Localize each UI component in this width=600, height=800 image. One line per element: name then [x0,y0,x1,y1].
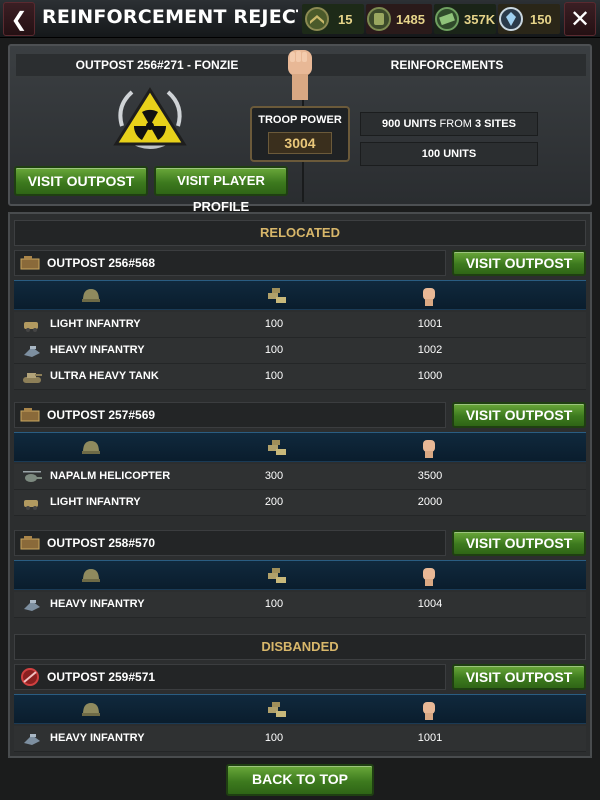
gem-counter: 150 [498,4,552,34]
unit-row: LIGHT INFANTRY 200 2000 [14,490,586,516]
unit-row: HEAVY INFANTRY 100 1004 [14,592,586,618]
top-bar: ❮ REINFORCEMENT REJECTED- 5 MIN AGO 15 1… [0,0,600,38]
close-button[interactable]: ✕ [564,2,596,36]
oil-icon [367,7,391,31]
troop-power-label: TROOP POWER [258,114,342,126]
outpost-row: OUTPOST 259#571 [14,664,446,690]
unit-row: LIGHT INFANTRY 100 1001 [14,312,586,338]
section-disbanded: DISBANDED [14,634,586,660]
visit-player-profile-button[interactable]: VISIT PLAYER PROFILE [154,166,288,214]
helmet-icon [82,569,100,582]
outpost-name: OUTPOST 259#571 [47,670,156,684]
fist-icon [423,702,435,720]
units-icon [268,440,286,455]
troop-power-value: 3004 [268,132,332,154]
outpost-row: OUTPOST 256#568 [14,250,446,276]
outpost-name: OUTPOST 256#568 [47,256,156,270]
visit-outpost-button[interactable]: VISIT OUTPOST [452,530,586,556]
helicopter-icon [23,471,42,482]
troop-power-box: TROOP POWER 3004 [250,106,350,162]
fist-icon [423,288,435,306]
fist-icon [288,50,312,100]
player-outpost-title: OUTPOST 256#271 - FONZIE [16,54,298,76]
outpost-row: OUTPOST 258#570 [14,530,446,556]
helmet-icon [82,289,100,302]
unit-column-header [14,280,586,310]
helmet-icon [82,441,100,454]
units-icon [268,702,286,717]
light-infantry-icon [24,500,38,510]
unit-row: HEAVY INFANTRY 100 1001 [14,726,586,752]
visit-outpost-button[interactable]: VISIT OUTPOST [14,166,148,196]
reinforcement-summary: 900 UNITS FROM 3 SITES [360,112,538,136]
gem-icon [499,7,523,31]
outpost-icon [20,256,40,270]
heavy-infantry-icon [24,600,40,611]
rank-icon [305,7,329,31]
oil-counter: 1485 [366,4,425,34]
forbidden-icon [21,668,39,686]
helmet-icon [82,703,100,716]
rank-counter: 15 [304,4,352,34]
outpost-row: OUTPOST 257#569 [14,402,446,428]
unit-row: ULTRA HEAVY TANK 100 1000 [14,364,586,390]
units-icon [268,568,286,583]
radiation-emblem-icon [113,87,187,149]
visit-outpost-button[interactable]: VISIT OUTPOST [452,402,586,428]
cash-icon [435,7,459,31]
unit-row: HEAVY INFANTRY 100 1002 [14,338,586,364]
outpost-header-panel: OUTPOST 256#271 - FONZIE REINFORCEMENTS … [8,44,592,214]
reinforcement-total: 100 UNITS [360,142,538,166]
cash-counter: 357K [434,4,495,34]
visit-outpost-button[interactable]: VISIT OUTPOST [452,250,586,276]
unit-column-header [14,560,586,590]
unit-column-header [14,694,586,724]
page-title: REINFORCEMENT REJECTED- 5 MIN AGO [42,6,298,28]
visit-outpost-button[interactable]: VISIT OUTPOST [452,664,586,690]
outpost-icon [20,408,40,422]
unit-row: NAPALM HELICOPTER 300 3500 [14,464,586,490]
outpost-icon [20,536,40,550]
outpost-name: OUTPOST 257#569 [47,408,156,422]
light-infantry-icon [24,322,38,332]
chevron-left-icon: ❮ [10,7,28,31]
unit-column-header [14,432,586,462]
fist-icon [423,440,435,458]
section-relocated: RELOCATED [14,220,586,246]
heavy-infantry-icon [24,734,40,745]
outpost-name: OUTPOST 258#570 [47,536,156,550]
heavy-infantry-icon [24,346,40,357]
units-icon [268,288,286,303]
back-to-top-button[interactable]: BACK TO TOP [226,764,374,796]
back-button[interactable]: ❮ [3,2,35,36]
reinforcement-list[interactable]: RELOCATED OUTPOST 256#568 VISIT OUTPOST … [8,212,592,758]
tank-icon [23,373,42,383]
close-icon: ✕ [569,5,591,33]
fist-icon [423,568,435,586]
reinforcements-title: REINFORCEMENTS [308,54,586,76]
